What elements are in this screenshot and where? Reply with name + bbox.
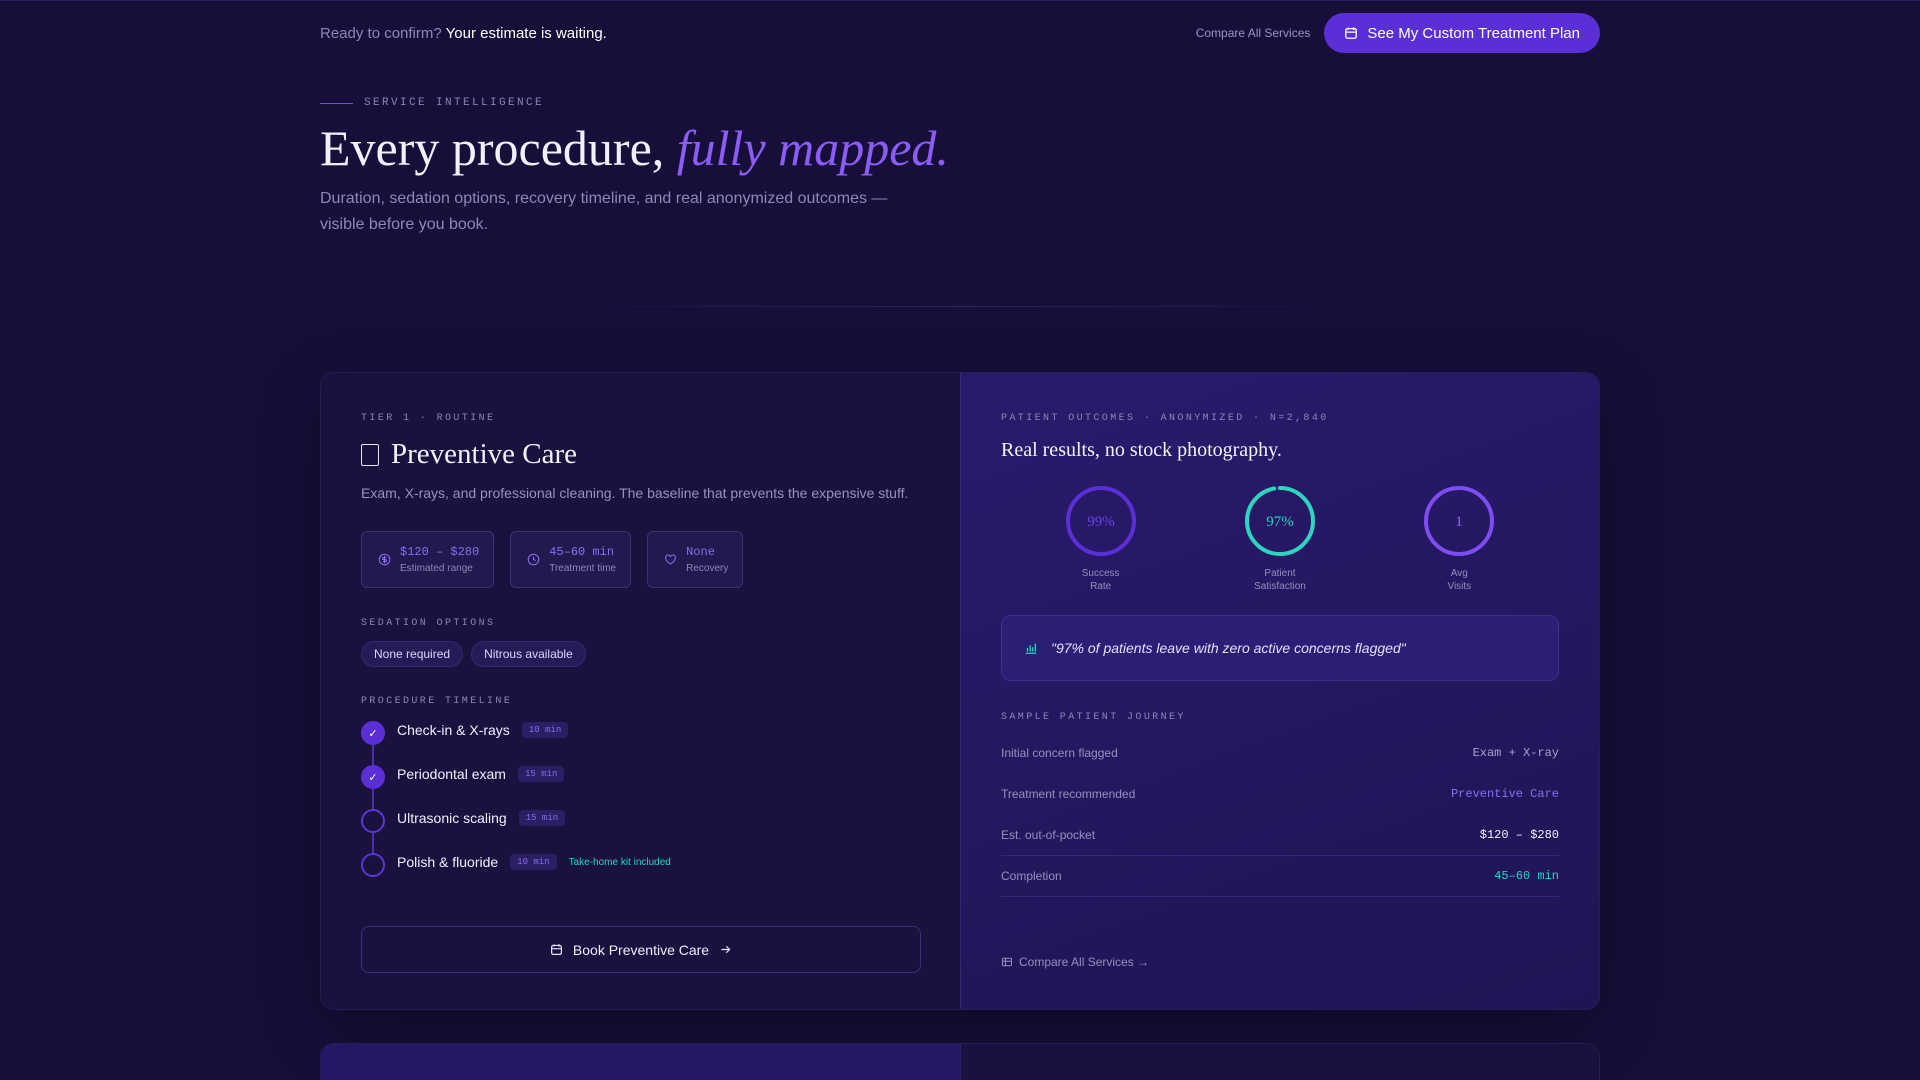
service-card: TIER 1 · ROUTINE Preventive Care Exam, X… (320, 372, 1600, 1010)
sedation-options: None required Nitrous available (361, 641, 920, 667)
tooth-icon (361, 443, 379, 466)
service-stats: $120 – $280 Estimated range 45–60 min Trea… (361, 531, 920, 588)
journey-label: SAMPLE PATIENT JOURNEY (1001, 712, 1186, 723)
stat-value: None (686, 545, 715, 559)
journey-row: Est. out-of-pocket $120 – $280 (1001, 815, 1559, 856)
calendar-icon (550, 944, 562, 955)
quote-text: "97% of patients leave with zero active … (1051, 640, 1406, 656)
next-card-right (960, 1044, 1599, 1080)
compare-all-services-link[interactable]: Compare All Services (1196, 26, 1311, 40)
heart-icon (665, 554, 676, 565)
ring-label: Success Rate (1081, 568, 1120, 592)
outcomes-label: PATIENT OUTCOMES · ANONYMIZED · N=2,840 (1001, 413, 1329, 424)
ready-emphasis: Your estimate is waiting. (445, 24, 607, 42)
stat-cost: $120 – $280 Estimated range (361, 531, 495, 588)
avg-visits-ring: 1 Avg Visits (1399, 485, 1519, 593)
pending-step-icon (361, 853, 385, 877)
service-tier: TIER 1 · ROUTINE (361, 413, 496, 424)
success-rate-ring: 99% Success Rate (1041, 485, 1161, 593)
ring-label: Avg Visits (1447, 568, 1472, 592)
stat-value: $120 – $280 (400, 545, 480, 559)
page-subtitle: Duration, sedation options, recovery tim… (320, 190, 888, 233)
ring-chart: 97% (1244, 486, 1315, 556)
ring-value: 99% (1087, 514, 1115, 530)
compare-all-services-footer-link[interactable]: Compare All Services → (1001, 955, 1149, 969)
ready-prefix: Ready to confirm? (320, 24, 442, 42)
service-title: Preventive Care (361, 438, 920, 471)
title-accent: fully mapped. (676, 120, 949, 176)
journey-row: Completion 45–60 min (1001, 856, 1559, 897)
eyebrow-dash (320, 102, 353, 104)
ring-value: 97% (1266, 514, 1294, 530)
pending-step-icon (361, 809, 385, 833)
arrow-right-icon (721, 945, 731, 954)
timeline-step: ✓ Check-in & X-rays 10 min (361, 721, 920, 765)
book-preventive-care-button[interactable]: Book Preventive Care (361, 926, 921, 973)
step-duration: 15 min (518, 810, 566, 826)
timeline-step: ✓ Periodontal exam 15 min (361, 765, 920, 809)
service-name: Preventive Care (391, 438, 578, 470)
service-description: Exam, X-rays, and professional cleaning.… (361, 485, 909, 501)
satisfaction-ring: 97% Patient Satisfaction (1220, 485, 1340, 593)
sedation-label: SEDATION OPTIONS (361, 618, 496, 629)
outcome-rings: 99% Success Rate 97% Patient Satisfaction (1001, 485, 1559, 593)
ring-chart: 1 (1424, 486, 1495, 556)
grid-icon (1002, 957, 1012, 967)
step-duration: 10 min (510, 854, 557, 870)
sedation-pill: None required (361, 641, 464, 667)
step-name: Check-in & X-rays (397, 722, 510, 738)
step-note: Take-home kit included (568, 857, 671, 868)
cta-label: See My Custom Treatment Plan (1367, 24, 1580, 42)
journey-row: Initial concern flagged Exam + X-ray (1001, 746, 1559, 760)
clock-icon (527, 553, 540, 566)
step-duration: 15 min (517, 766, 565, 782)
patient-journey: Initial concern flagged Exam + X-ray Trea… (1001, 733, 1559, 897)
step-duration: 10 min (521, 722, 569, 738)
step-name: Periodontal exam (397, 766, 506, 782)
next-card-left (321, 1044, 960, 1080)
ring-value: 1 (1456, 514, 1464, 530)
top-bar: Ready to confirm? Your estimate is waiti… (320, 0, 1600, 66)
page-title: Every procedure, fully mapped. (320, 118, 1600, 178)
stat-recovery: None Recovery (647, 531, 744, 588)
bar-chart-icon (1025, 643, 1037, 654)
timeline-label: PROCEDURE TIMELINE (361, 696, 513, 707)
stat-duration: 45–60 min Treatment time (510, 531, 632, 588)
book-label: Book Preventive Care (572, 941, 710, 958)
procedure-timeline: ✓ Check-in & X-rays 10 min ✓ Periodontal… (361, 721, 920, 897)
see-custom-treatment-plan-button[interactable]: See My Custom Treatment Plan (1324, 13, 1600, 53)
sedation-pill: Nitrous available (471, 641, 586, 667)
timeline-step: Polish & fluoride 10 min Take-home kit i… (361, 853, 920, 897)
step-name: Ultrasonic scaling (397, 810, 507, 826)
outcome-quote: "97% of patients leave with zero active … (1001, 615, 1559, 681)
next-service-card (320, 1043, 1600, 1080)
stat-label: Recovery (686, 563, 729, 574)
stat-label: Estimated range (400, 563, 473, 574)
check-icon: ✓ (361, 721, 385, 745)
journey-row: Treatment recommended Preventive Care (1001, 787, 1559, 801)
service-details-panel: TIER 1 · ROUTINE Preventive Care Exam, X… (321, 373, 960, 1009)
section-eyebrow: SERVICE INTELLIGENCE (320, 97, 1600, 109)
ring-chart: 99% (1065, 486, 1136, 556)
patient-outcomes-panel: PATIENT OUTCOMES · ANONYMIZED · N=2,840 … (960, 373, 1599, 1009)
ring-label: Patient Satisfaction (1254, 568, 1306, 592)
step-name: Polish & fluoride (397, 854, 499, 870)
section-divider (560, 306, 1360, 307)
calendar-icon (1345, 27, 1358, 39)
stat-value: 45–60 min (549, 545, 615, 559)
title-plain: Every procedure, (320, 120, 665, 176)
eyebrow-label: SERVICE INTELLIGENCE (364, 97, 545, 109)
dollar-icon (378, 553, 391, 566)
estimate-status: Ready to confirm? Your estimate is waiti… (320, 25, 607, 42)
outcomes-headline: Real results, no stock photography. (1001, 439, 1282, 461)
compare-link-label: Compare All Services → (1019, 955, 1150, 969)
check-icon: ✓ (361, 765, 385, 789)
stat-label: Treatment time (549, 563, 617, 574)
page: Ready to confirm? Your estimate is waiti… (320, 0, 1600, 1080)
timeline-step: Ultrasonic scaling 15 min (361, 809, 920, 853)
